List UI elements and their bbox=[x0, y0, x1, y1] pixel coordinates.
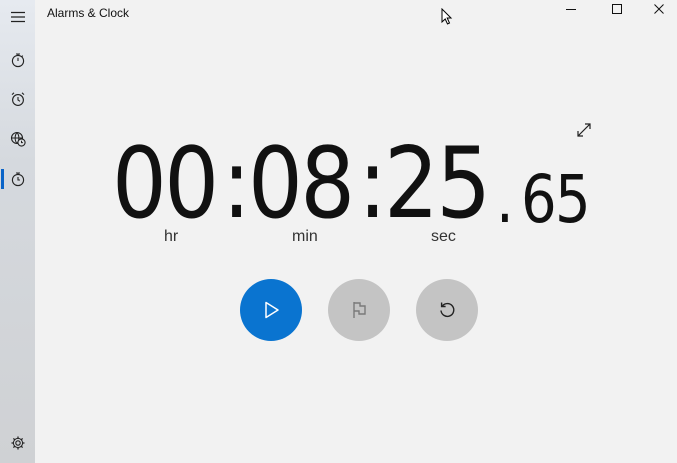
reset-icon bbox=[440, 302, 455, 317]
hours-minutes-separator: : bbox=[222, 127, 251, 241]
play-icon bbox=[265, 301, 279, 319]
hamburger-menu-button[interactable] bbox=[0, 0, 35, 34]
world-clock-icon bbox=[10, 131, 26, 147]
stopwatch-icon bbox=[11, 172, 24, 187]
hours-label: hr bbox=[164, 228, 179, 245]
timer-icon bbox=[11, 53, 24, 68]
hundredths-value: 65 bbox=[521, 161, 591, 238]
seconds-label: sec bbox=[431, 228, 456, 245]
sidebar-item-alarm[interactable] bbox=[0, 82, 35, 116]
settings-button[interactable] bbox=[0, 426, 35, 460]
lap-button[interactable] bbox=[328, 279, 390, 341]
flag-icon bbox=[353, 302, 366, 318]
close-button[interactable] bbox=[640, 0, 677, 18]
start-button[interactable] bbox=[240, 279, 302, 341]
sidebar-item-stopwatch[interactable] bbox=[0, 162, 35, 196]
hamburger-icon bbox=[10, 11, 25, 23]
active-indicator bbox=[1, 169, 4, 189]
hours-value: 00 bbox=[112, 127, 219, 241]
reset-button[interactable] bbox=[416, 279, 478, 341]
minutes-label: min bbox=[292, 228, 318, 245]
sidebar-item-timer[interactable] bbox=[0, 43, 35, 77]
expand-icon[interactable] bbox=[576, 122, 592, 138]
gear-icon bbox=[11, 436, 24, 450]
minutes-seconds-separator: : bbox=[358, 127, 387, 241]
decimal-point: . bbox=[496, 161, 514, 238]
maximize-icon bbox=[612, 4, 622, 14]
minimize-icon bbox=[566, 9, 576, 10]
minutes-value: 08 bbox=[248, 127, 355, 241]
alarm-clock-icon bbox=[11, 92, 24, 106]
window-title: Alarms & Clock bbox=[47, 6, 130, 20]
navigation-sidebar bbox=[0, 0, 35, 463]
sidebar-item-world-clock[interactable] bbox=[0, 122, 35, 156]
maximize-button[interactable] bbox=[594, 0, 640, 18]
minimize-button[interactable] bbox=[548, 0, 594, 18]
mouse-cursor-icon bbox=[441, 8, 453, 25]
close-icon bbox=[653, 4, 664, 14]
seconds-value: 25 bbox=[384, 127, 491, 241]
